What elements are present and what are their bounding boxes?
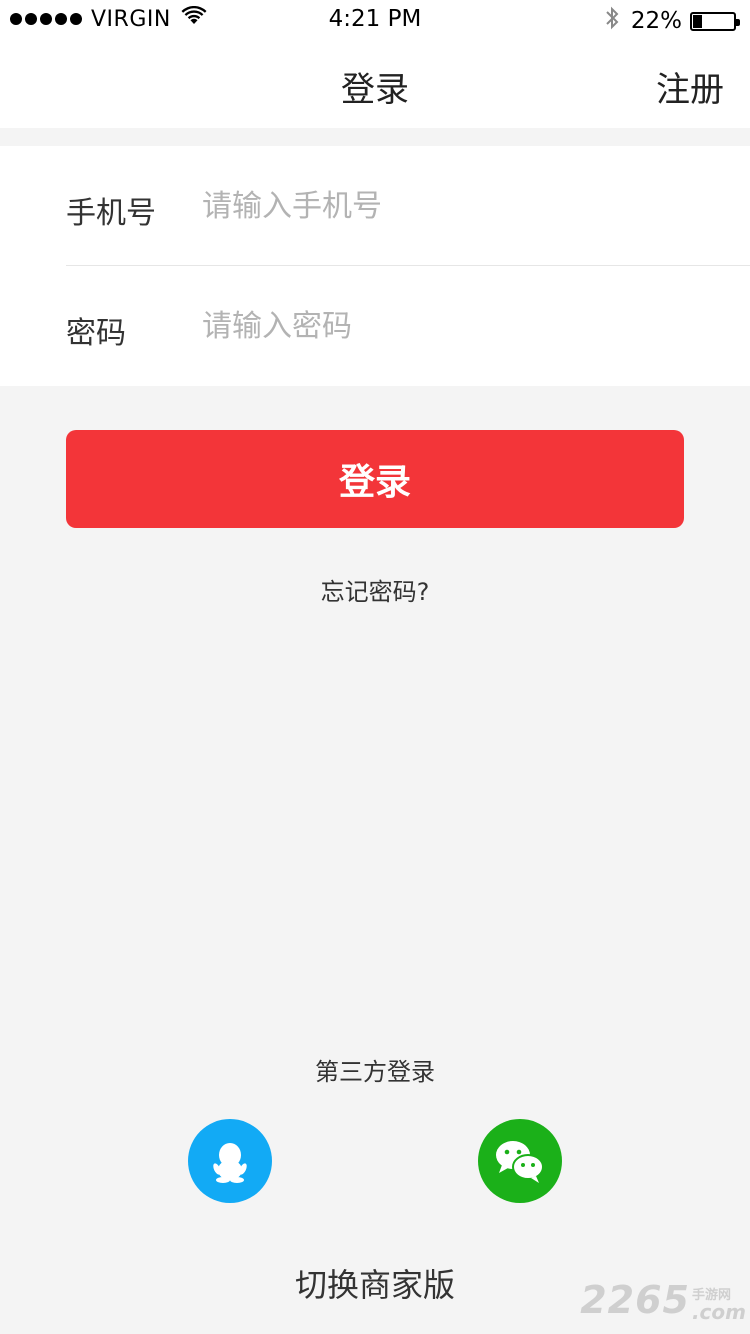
nav-bar: 登录 注册 [0, 40, 750, 128]
wechat-login-button[interactable] [478, 1119, 562, 1203]
battery-level-fill [693, 14, 702, 28]
battery-nub [736, 18, 740, 26]
phone-input[interactable] [202, 182, 682, 230]
qq-login-button[interactable] [188, 1119, 272, 1203]
password-row: 密码 [0, 266, 750, 386]
status-right: 22% [605, 6, 740, 36]
login-button[interactable]: 登录 [66, 430, 684, 528]
qq-icon [213, 1143, 247, 1183]
bluetooth-icon [605, 6, 619, 36]
battery-percentage: 22% [630, 8, 682, 34]
watermark: 2265 手游网 .com [580, 1278, 746, 1322]
password-label: 密码 [66, 316, 126, 351]
third-party-login-title: 第三方登录 [315, 1058, 435, 1086]
wechat-icon [496, 1141, 544, 1183]
phone-row: 手机号 [0, 146, 750, 266]
watermark-number: 2265 [580, 1278, 690, 1322]
phone-label: 手机号 [66, 196, 156, 231]
watermark-side: 手游网 .com [692, 1289, 746, 1322]
login-form: 手机号 密码 [0, 146, 750, 386]
forgot-password-link[interactable]: 忘记密码? [0, 572, 750, 607]
register-button[interactable]: 注册 [656, 62, 724, 111]
page-title: 登录 [341, 70, 409, 110]
watermark-domain: .com [691, 1300, 746, 1324]
battery-icon [690, 11, 740, 31]
password-input[interactable] [202, 302, 682, 350]
status-bar: VIRGIN 4:21 PM 22% [0, 0, 750, 40]
